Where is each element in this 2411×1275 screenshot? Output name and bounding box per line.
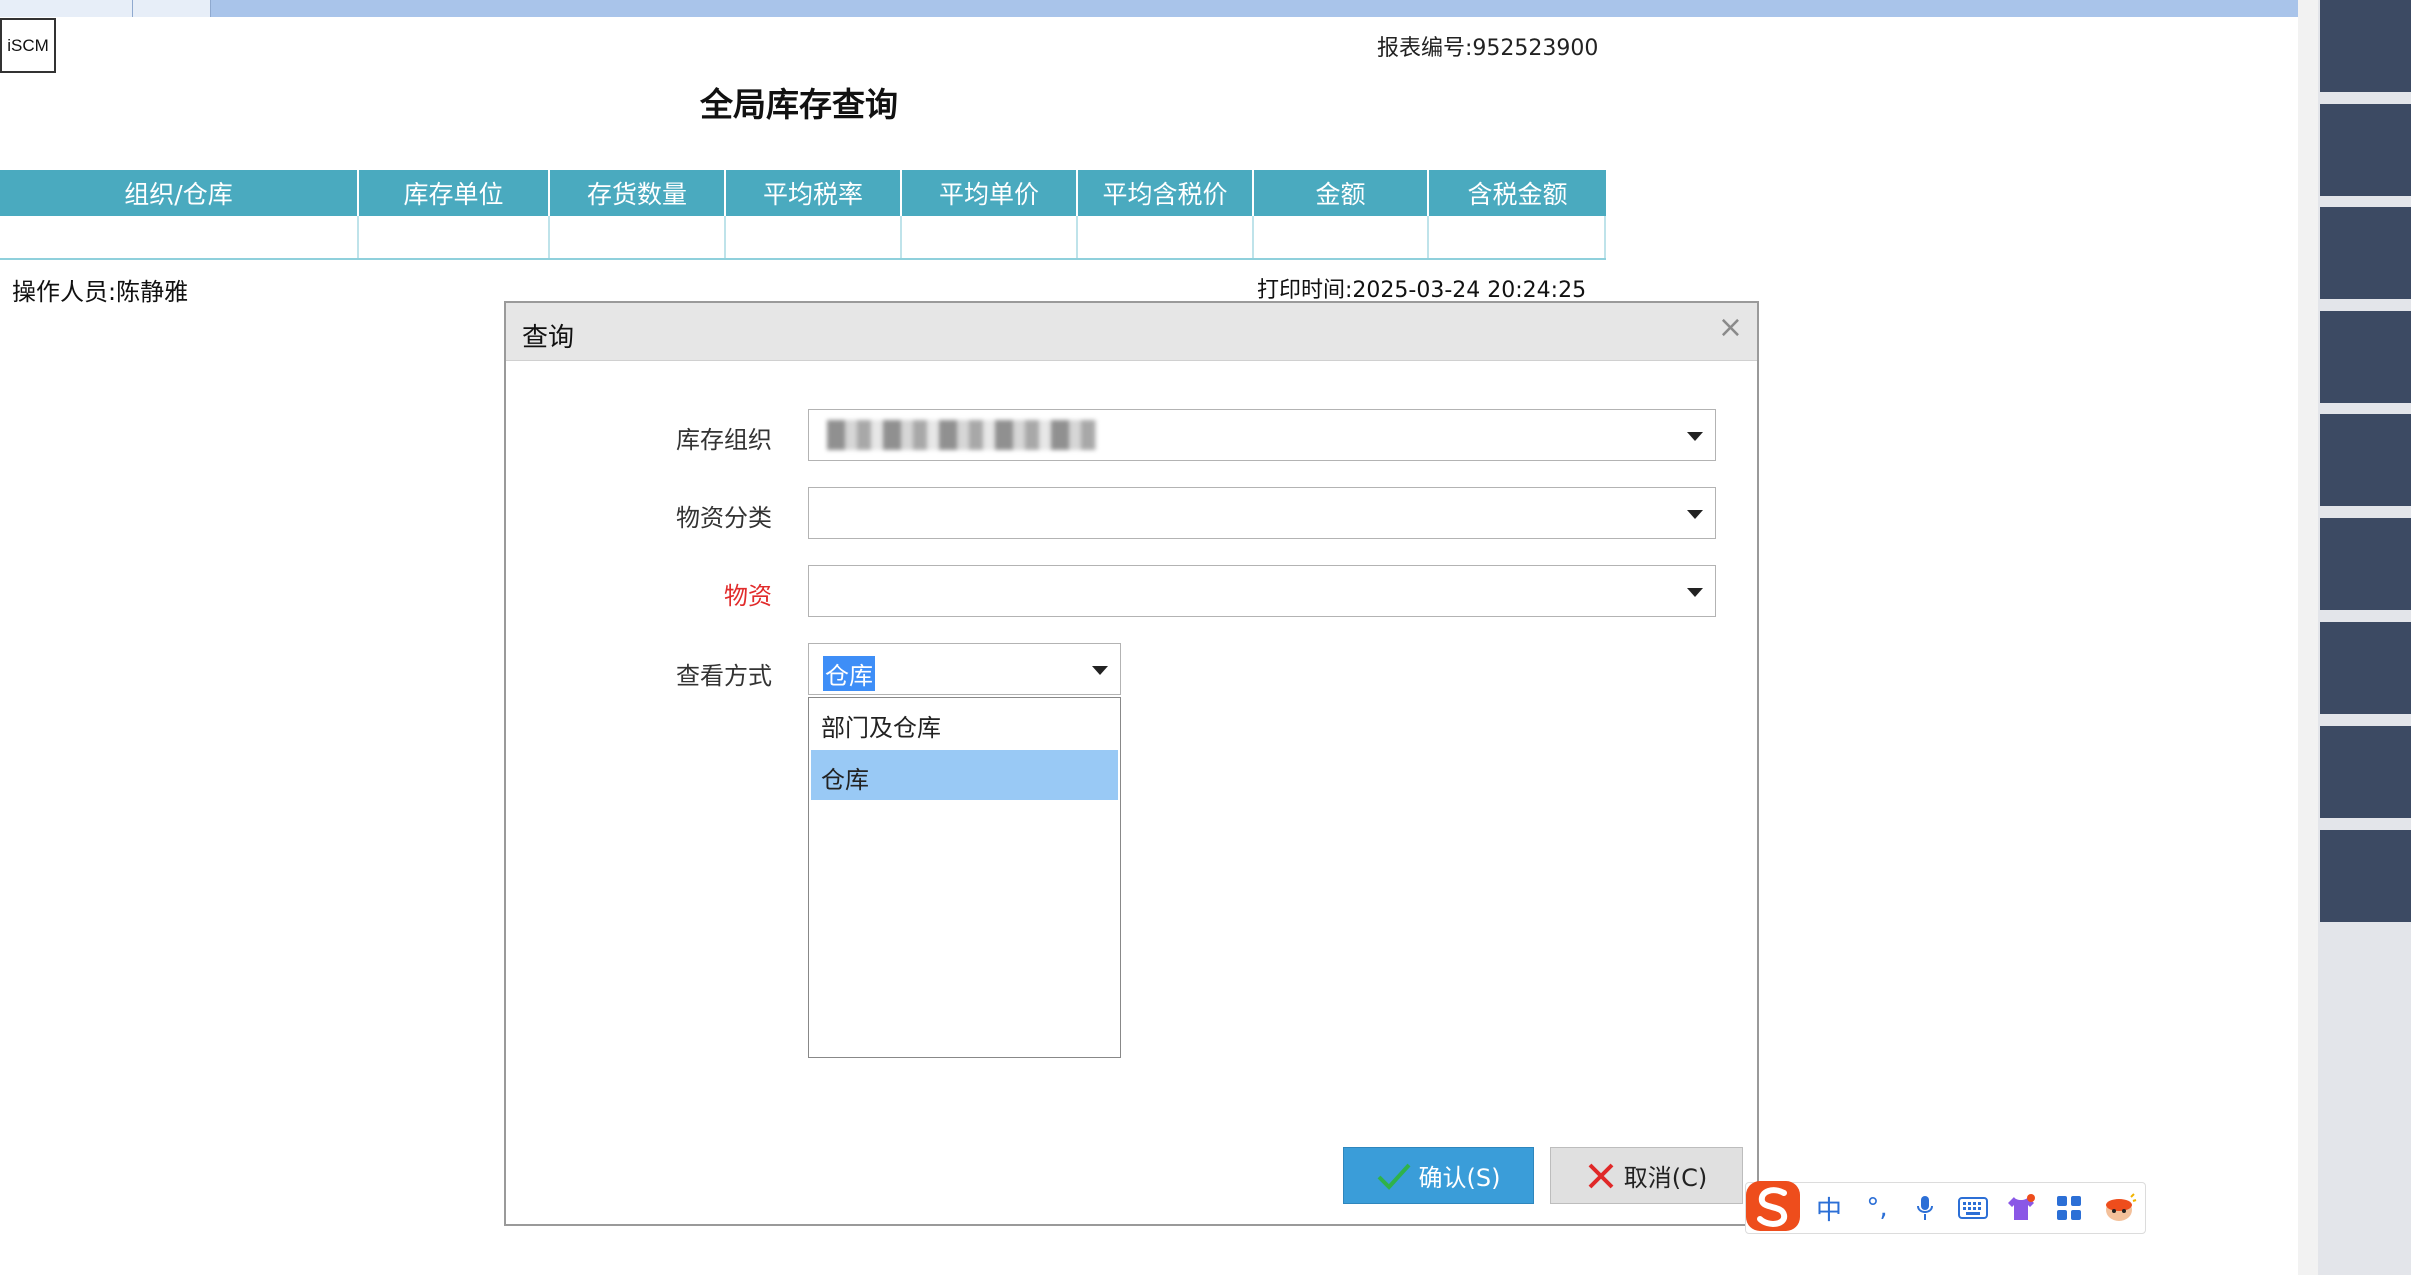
material-select[interactable] — [808, 565, 1716, 617]
side-tile[interactable] — [2320, 830, 2411, 922]
report-grid: 组织/仓库 库存单位 存货数量 平均税率 平均单价 平均含税价 金额 含税金额 — [0, 170, 1606, 260]
col-stock-unit[interactable]: 库存单位 — [359, 170, 550, 216]
iscm-logo: iSCM — [0, 18, 56, 73]
chevron-down-icon[interactable] — [1092, 666, 1108, 675]
ime-punctuation[interactable]: °, — [1860, 1191, 1894, 1225]
inventory-org-label: 库存组织 — [676, 426, 772, 454]
confirm-button[interactable]: 确认(S) — [1343, 1147, 1534, 1204]
dialog-header: 查询 × — [506, 303, 1757, 361]
material-category-label: 物资分类 — [676, 504, 772, 532]
view-mode-label: 查看方式 — [676, 662, 772, 690]
side-tile[interactable] — [2320, 518, 2411, 610]
report-number-value: 952523900 — [1472, 36, 1599, 61]
table-row — [0, 216, 1606, 260]
view-mode-select[interactable]: 仓库 — [808, 643, 1121, 695]
cancel-label: 取消(C) — [1623, 1164, 1708, 1192]
microphone-icon[interactable] — [1908, 1191, 1942, 1225]
report-number: 报表编号:952523900 — [1377, 30, 1598, 62]
table-cell — [1078, 216, 1254, 258]
table-cell — [359, 216, 550, 258]
check-icon — [1377, 1163, 1410, 1190]
chevron-down-icon[interactable] — [1687, 432, 1703, 441]
close-icon[interactable]: × — [1718, 313, 1743, 343]
chevron-down-icon[interactable] — [1687, 588, 1703, 597]
sogou-logo-icon[interactable] — [1742, 1175, 1804, 1237]
tab-stub[interactable] — [133, 0, 211, 17]
col-amount[interactable]: 金额 — [1254, 170, 1429, 216]
view-mode-dropdown: 部门及仓库 仓库 — [808, 697, 1121, 1058]
view-mode-value: 仓库 — [823, 656, 875, 691]
side-panel — [2318, 0, 2411, 1275]
mascot-icon[interactable] — [2100, 1191, 2140, 1225]
side-tile[interactable] — [2320, 311, 2411, 403]
table-cell — [1254, 216, 1429, 258]
keyboard-icon[interactable] — [1956, 1191, 1990, 1225]
ime-toolbar: 中 °, — [1745, 1181, 2146, 1234]
material-category-select[interactable] — [808, 487, 1716, 539]
table-cell — [902, 216, 1078, 258]
side-tile[interactable] — [2320, 104, 2411, 196]
scroll-gutter — [2298, 0, 2318, 1275]
col-quantity[interactable]: 存货数量 — [550, 170, 726, 216]
side-tile[interactable] — [2320, 726, 2411, 818]
inventory-org-select[interactable] — [808, 409, 1716, 461]
side-tile[interactable] — [2320, 622, 2411, 714]
option-warehouse[interactable]: 仓库 — [811, 750, 1118, 800]
tab-stub[interactable] — [0, 0, 133, 17]
side-tile[interactable] — [2320, 207, 2411, 299]
table-cell — [1429, 216, 1606, 258]
grid-header: 组织/仓库 库存单位 存货数量 平均税率 平均单价 平均含税价 金额 含税金额 — [0, 170, 1606, 216]
col-avg-tax-rate[interactable]: 平均税率 — [726, 170, 902, 216]
material-label: 物资 — [724, 582, 772, 610]
query-dialog: 查询 × 库存组织 物资分类 物资 查看方式 仓库 部门及仓库 仓库 确认(S)… — [504, 301, 1759, 1226]
option-dept-warehouse[interactable]: 部门及仓库 — [811, 698, 1118, 748]
skin-shirt-icon[interactable] — [2004, 1191, 2038, 1225]
dialog-title: 查询 — [522, 323, 575, 353]
close-x-icon — [1588, 1163, 1614, 1188]
table-cell — [550, 216, 726, 258]
side-tile[interactable] — [2320, 414, 2411, 506]
report-number-label: 报表编号: — [1377, 36, 1473, 61]
col-avg-price[interactable]: 平均单价 — [902, 170, 1078, 216]
operator-info: 操作人员:陈静雅 — [12, 278, 189, 306]
print-time: 打印时间:2025-03-24 20:24:25 — [1257, 278, 1587, 303]
table-cell — [726, 216, 902, 258]
col-tax-amount[interactable]: 含税金额 — [1429, 170, 1606, 216]
side-tile[interactable] — [2320, 0, 2411, 92]
col-avg-tax-price[interactable]: 平均含税价 — [1078, 170, 1254, 216]
cancel-button[interactable]: 取消(C) — [1550, 1147, 1743, 1204]
col-org-warehouse[interactable]: 组织/仓库 — [0, 170, 359, 216]
top-tab-bar — [0, 0, 2298, 17]
confirm-label: 确认(S) — [1418, 1164, 1501, 1192]
report-title: 全局库存查询 — [700, 85, 898, 124]
chevron-down-icon[interactable] — [1687, 510, 1703, 519]
ime-mode-chinese[interactable]: 中 — [1812, 1191, 1846, 1226]
apps-grid-icon[interactable] — [2052, 1191, 2086, 1225]
redacted-value — [827, 420, 1097, 450]
table-cell — [0, 216, 359, 258]
